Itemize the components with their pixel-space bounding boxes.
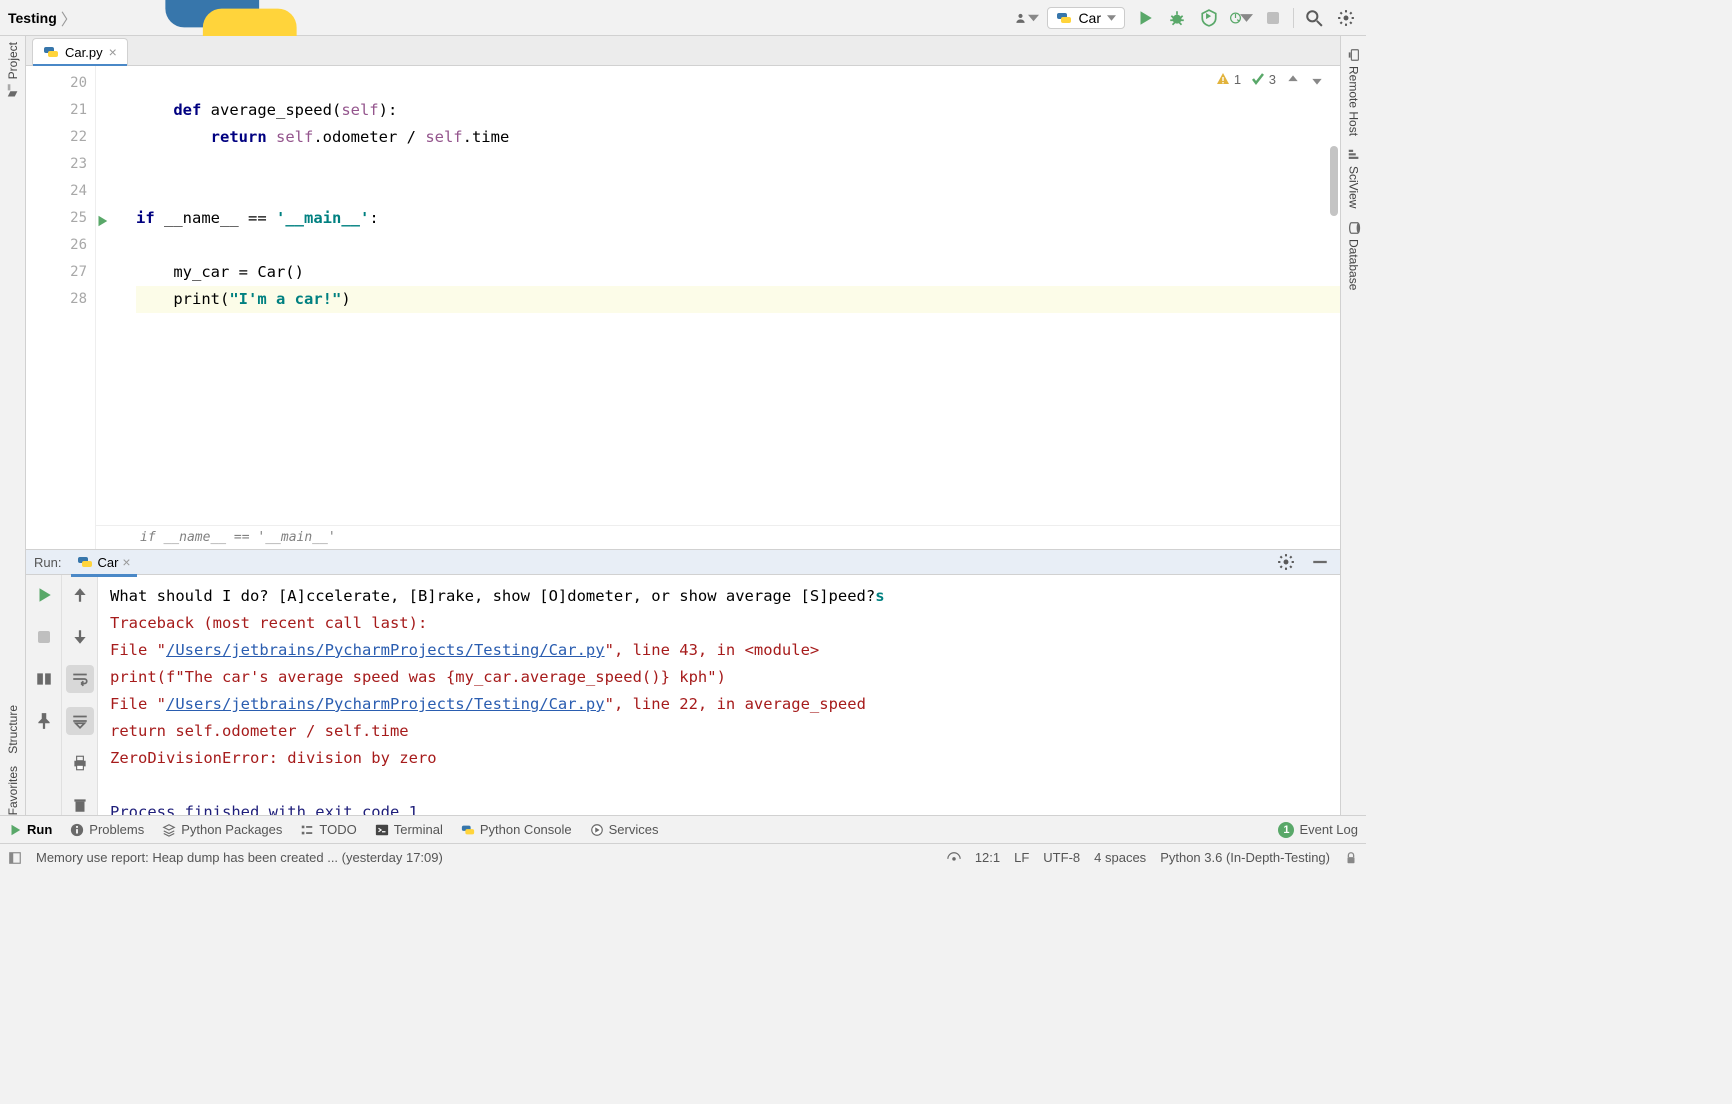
editor-tabs-bar: Car.py ×: [26, 36, 1340, 66]
stop-run-button: [30, 623, 58, 651]
status-message[interactable]: Memory use report: Heap dump has been cr…: [36, 850, 443, 865]
play-icon: [8, 823, 22, 837]
prev-highlight-icon[interactable]: [1286, 73, 1300, 87]
run-tab-car[interactable]: Car ×: [71, 551, 136, 573]
problems-tool-button[interactable]: Problems: [70, 822, 144, 837]
folder-icon: [6, 83, 20, 97]
inspections-widget[interactable]: 1 3: [1216, 72, 1324, 87]
stack-icon: [162, 823, 176, 837]
run-header-label: Run:: [34, 555, 61, 570]
info-icon: [70, 823, 84, 837]
profile-button[interactable]: [1229, 6, 1253, 30]
indent-settings[interactable]: 4 spaces: [1094, 850, 1146, 865]
search-button[interactable]: [1302, 6, 1326, 30]
editor-tab-car[interactable]: Car.py ×: [32, 38, 128, 65]
scrollbar-thumb[interactable]: [1330, 146, 1338, 216]
run-config-label: Car: [1078, 10, 1101, 26]
main-area: Car.py × 20 21 22 23 24 25 26 27 28 def …: [26, 36, 1340, 839]
interpreter[interactable]: Python 3.6 (In-Depth-Testing): [1160, 850, 1330, 865]
services-tool-button[interactable]: Services: [590, 822, 659, 837]
check-icon: [1251, 72, 1265, 86]
event-count-badge: 1: [1278, 822, 1294, 838]
left-tool-stripe: Project Structure Favorites: [0, 36, 26, 839]
close-tab-icon[interactable]: ×: [109, 44, 117, 60]
rerun-button[interactable]: [30, 581, 58, 609]
todo-icon: [300, 823, 314, 837]
database-tab[interactable]: Database: [1347, 215, 1361, 296]
next-highlight-icon[interactable]: [1310, 73, 1324, 87]
project-tool-tab[interactable]: Project: [6, 36, 20, 103]
soft-wrap-button[interactable]: [66, 665, 94, 693]
warning-icon: [1216, 72, 1230, 86]
bottom-tool-stripe: Run Problems Python Packages TODO Termin…: [0, 815, 1366, 843]
debug-button[interactable]: [1165, 6, 1189, 30]
breadcrumb-separator-icon: 〉: [61, 6, 77, 30]
run-settings-button[interactable]: [1274, 550, 1298, 574]
close-run-tab-icon[interactable]: ×: [122, 554, 130, 570]
indicator-icon[interactable]: [947, 851, 961, 865]
breadcrumb-project[interactable]: Testing: [8, 10, 57, 26]
traceback-link[interactable]: /Users/jetbrains/PycharmProjects/Testing…: [166, 695, 605, 713]
code-content[interactable]: def average_speed(self): return self.odo…: [96, 66, 1340, 549]
chevron-down-icon: [1107, 15, 1116, 21]
run-tab-label: Car: [97, 555, 118, 570]
scroll-to-end-button[interactable]: [66, 707, 94, 735]
python-icon: [77, 554, 93, 570]
run-button[interactable]: [1133, 6, 1157, 30]
traceback-link[interactable]: /Users/jetbrains/PycharmProjects/Testing…: [166, 641, 605, 659]
python-packages-tool-button[interactable]: Python Packages: [162, 822, 282, 837]
right-tool-stripe: Remote Host SciView Database: [1340, 36, 1366, 839]
settings-button[interactable]: [1334, 6, 1358, 30]
down-stack-button[interactable]: [66, 623, 94, 651]
hide-run-panel-button[interactable]: [1308, 550, 1332, 574]
pin-button[interactable]: [30, 707, 58, 735]
stop-button: [1261, 6, 1285, 30]
remote-host-tab[interactable]: Remote Host: [1347, 42, 1361, 142]
lock-icon[interactable]: [1344, 851, 1358, 865]
todo-tool-button[interactable]: TODO: [300, 822, 356, 837]
run-panel-header: Run: Car ×: [26, 550, 1340, 575]
navigation-bar: Testing 〉 Car.py Car: [0, 0, 1366, 36]
with-me-button[interactable]: [1015, 6, 1039, 30]
structure-tool-tab[interactable]: Structure: [6, 699, 20, 760]
run-configuration-selector[interactable]: Car: [1047, 7, 1125, 29]
terminal-tool-button[interactable]: Terminal: [375, 822, 443, 837]
services-icon: [590, 823, 604, 837]
python-icon: [461, 823, 475, 837]
run-tool-window: Run: Car ×: [26, 549, 1340, 839]
status-bar: Memory use report: Heap dump has been cr…: [0, 843, 1366, 871]
event-log-button[interactable]: 1Event Log: [1278, 822, 1358, 838]
code-editor[interactable]: 20 21 22 23 24 25 26 27 28 def average_s…: [26, 66, 1340, 549]
line-ending[interactable]: LF: [1014, 850, 1029, 865]
editor-scope-breadcrumb[interactable]: if __name__ == '__main__': [96, 525, 1340, 549]
remote-icon: [1347, 48, 1361, 62]
database-icon: [1347, 221, 1361, 235]
sciview-tab[interactable]: SciView: [1347, 142, 1361, 214]
layout-icon[interactable]: [8, 851, 22, 865]
print-button[interactable]: [66, 749, 94, 777]
chart-icon: [1347, 148, 1361, 162]
run-tool-button[interactable]: Run: [8, 822, 52, 837]
coverage-button[interactable]: [1197, 6, 1221, 30]
python-console-tool-button[interactable]: Python Console: [461, 822, 572, 837]
encoding[interactable]: UTF-8: [1043, 850, 1080, 865]
structure-icon: Structure: [6, 705, 20, 754]
python-icon: [1056, 10, 1072, 26]
caret-position[interactable]: 12:1: [975, 850, 1000, 865]
terminal-icon: [375, 823, 389, 837]
line-gutter: 20 21 22 23 24 25 26 27 28: [26, 66, 96, 549]
layout-button[interactable]: [30, 665, 58, 693]
up-stack-button[interactable]: [66, 581, 94, 609]
editor-tab-label: Car.py: [65, 45, 103, 60]
python-file-icon: [43, 44, 59, 60]
